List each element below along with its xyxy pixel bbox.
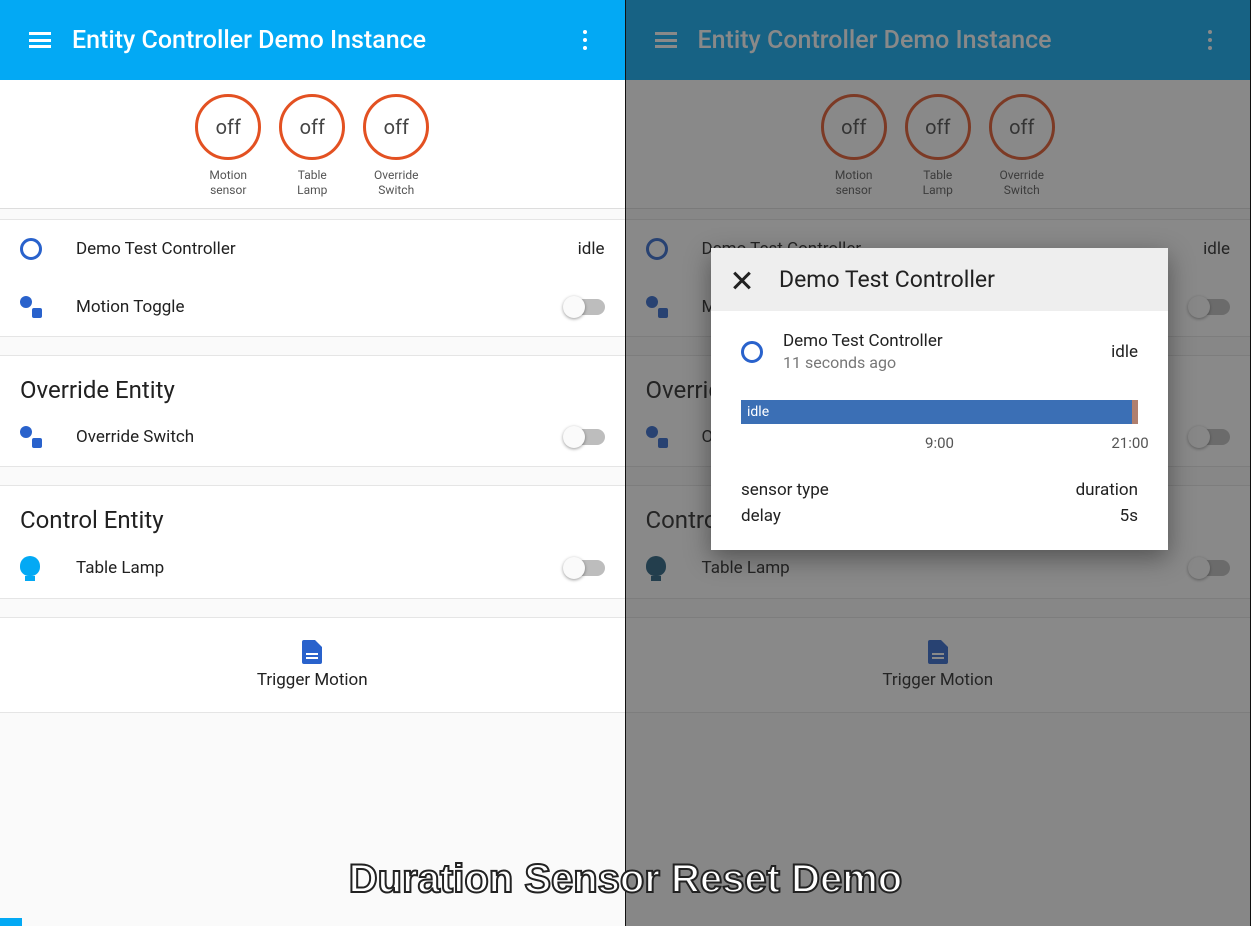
gauge-label: Override Switch: [374, 168, 419, 198]
control-card: Control Entity Table Lamp: [0, 485, 625, 599]
controller-row[interactable]: Demo Test Controller idle: [0, 220, 625, 278]
override-switch-label: Override Switch: [76, 427, 565, 447]
entity-detail-dialog: Demo Test Controller Demo Test Controlle…: [711, 248, 1168, 550]
video-caption: Duration Sensor Reset Demo: [0, 857, 1251, 902]
entity-summary-row: Demo Test Controller 11 seconds ago idle: [741, 331, 1138, 372]
bulb-icon: [20, 556, 40, 580]
attribute-row: delay 5s: [741, 506, 1138, 526]
app-title: Entity Controller Demo Instance: [72, 26, 561, 55]
history-bar[interactable]: idle: [741, 400, 1138, 424]
left-pane: Entity Controller Demo Instance off Moti…: [0, 0, 626, 926]
motion-toggle-label: Motion Toggle: [76, 297, 565, 317]
gauge-circle: off: [195, 94, 261, 160]
override-card-title: Override Entity: [0, 356, 625, 408]
attribute-value: 5s: [1120, 506, 1138, 526]
history-state-label: idle: [747, 404, 769, 420]
table-lamp-row: Table Lamp: [0, 538, 625, 598]
control-card-title: Control Entity: [0, 486, 625, 538]
trigger-motion-script[interactable]: Trigger Motion: [0, 617, 625, 713]
override-toggle-switch[interactable]: [565, 429, 605, 445]
app-header: Entity Controller Demo Instance: [0, 0, 625, 80]
main-card: Demo Test Controller idle Motion Toggle: [0, 219, 625, 337]
history-ticks: 9:00 21:00: [741, 434, 1138, 464]
entity-time: 11 seconds ago: [783, 353, 1111, 372]
attribute-value: duration: [1076, 480, 1138, 500]
attribute-key: sensor type: [741, 480, 829, 500]
table-lamp-toggle[interactable]: [565, 560, 605, 576]
entity-name: Demo Test Controller: [783, 331, 1111, 351]
gauge-circle: off: [279, 94, 345, 160]
gauge-label: Table Lamp: [297, 168, 327, 198]
gauge-motion-sensor[interactable]: off Motion sensor: [195, 94, 261, 198]
controller-state: idle: [578, 239, 605, 259]
gauge-label: Motion sensor: [209, 168, 247, 198]
motion-toggle-row: Motion Toggle: [0, 278, 625, 336]
dialog-title: Demo Test Controller: [779, 266, 995, 293]
circle-icon: [20, 238, 42, 260]
attribute-key: delay: [741, 506, 781, 526]
gauge-table-lamp[interactable]: off Table Lamp: [279, 94, 345, 198]
tick-label: 21:00: [1111, 434, 1148, 452]
gauge-override-switch[interactable]: off Override Switch: [363, 94, 429, 198]
hamburger-icon: [29, 32, 51, 48]
kebab-icon: [583, 38, 587, 42]
controller-label: Demo Test Controller: [76, 239, 578, 259]
override-switch-row: Override Switch: [0, 408, 625, 466]
nodes-icon: [20, 426, 42, 448]
gauge-circle: off: [363, 94, 429, 160]
script-label: Trigger Motion: [0, 670, 625, 690]
tick-label: 9:00: [925, 434, 954, 452]
menu-button[interactable]: [16, 16, 64, 64]
more-button[interactable]: [561, 16, 609, 64]
script-icon: [302, 640, 322, 664]
gauges-row: off Motion sensor off Table Lamp off Ove…: [0, 80, 625, 209]
override-card: Override Entity Override Switch: [0, 355, 625, 467]
circle-icon: [741, 341, 763, 363]
entity-state: idle: [1111, 342, 1138, 362]
nodes-icon: [20, 296, 42, 318]
motion-toggle-switch[interactable]: [565, 299, 605, 315]
video-progress-bar[interactable]: [0, 918, 22, 926]
attributes-list: sensor type duration delay 5s: [741, 480, 1138, 526]
close-button[interactable]: [731, 269, 753, 291]
table-lamp-label: Table Lamp: [76, 558, 565, 578]
dialog-header: Demo Test Controller: [711, 248, 1168, 311]
attribute-row: sensor type duration: [741, 480, 1138, 500]
